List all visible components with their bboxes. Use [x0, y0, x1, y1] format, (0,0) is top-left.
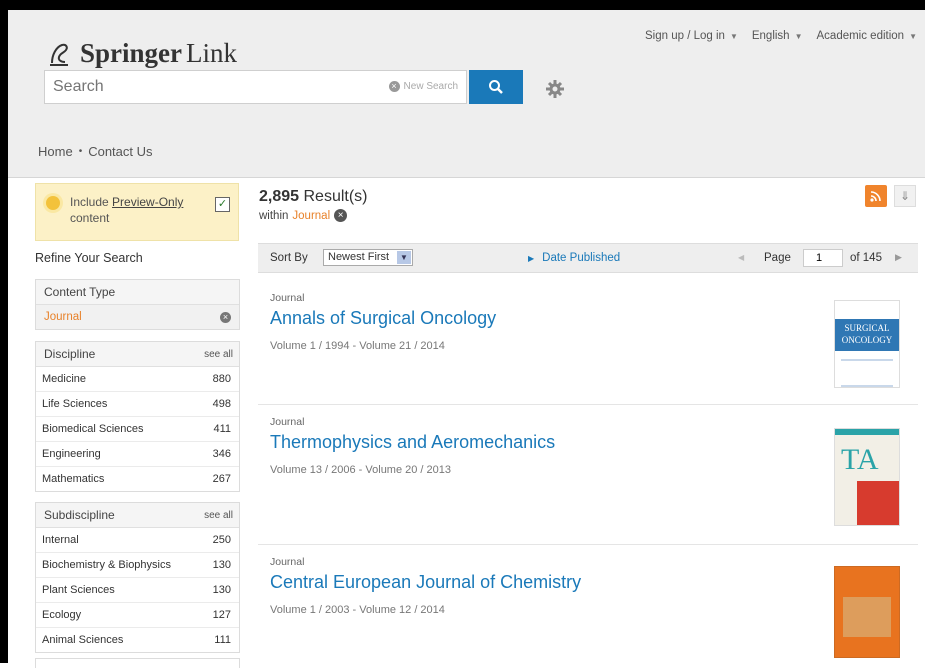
logo-word-springer: Springer: [80, 38, 183, 68]
login-link[interactable]: Sign up / Log in ▼: [645, 30, 738, 42]
window-frame-left: [0, 0, 8, 663]
springerlink-logo[interactable]: Springer Link: [48, 38, 237, 69]
subdiscipline-facet: Subdiscipline see all Internal 250 Bioche…: [35, 502, 240, 653]
preview-only-label: Include Preview-Only content: [70, 195, 184, 225]
content-type-selected[interactable]: Journal ×: [36, 305, 239, 329]
cover-lines: [841, 359, 893, 387]
remove-filter-icon[interactable]: ×: [220, 311, 231, 323]
results-filter-summary: within Journal ×: [259, 209, 348, 222]
clear-icon: ×: [388, 81, 400, 92]
breadcrumb-home[interactable]: Home: [38, 144, 73, 159]
search-box: × New Search: [44, 70, 467, 104]
dropdown-arrow-icon: ▼: [794, 31, 803, 41]
download-icon: ⇓: [899, 189, 911, 203]
date-published-filter[interactable]: ▶ Date Published: [528, 252, 620, 264]
facet-item[interactable]: Plant Sciences 130: [36, 578, 239, 603]
page-label: Page: [764, 252, 791, 264]
content-type-facet: Content Type Journal ×: [35, 279, 240, 330]
gear-icon[interactable]: [546, 80, 564, 103]
facet-item[interactable]: Life Sciences 498: [36, 392, 239, 417]
results-count: 2,895 Result(s): [259, 188, 368, 205]
info-dot-icon: [46, 196, 60, 210]
new-search-link[interactable]: × New Search: [388, 81, 458, 92]
sort-bar: Sort By Newest First ▼ ▶ Date Published …: [258, 243, 918, 273]
journal-cover-image[interactable]: TA: [834, 428, 900, 526]
facet-header: Discipline see all: [36, 342, 239, 367]
search-button[interactable]: [469, 70, 523, 104]
result-type: Journal: [270, 556, 305, 568]
previous-page-icon[interactable]: ◀: [738, 253, 744, 262]
preview-only-link[interactable]: Preview-Only: [112, 195, 183, 209]
result-item: Journal Thermophysics and Aeromechanics …: [258, 404, 918, 545]
springer-horse-icon: [50, 43, 68, 66]
subdiscipline-see-all-link[interactable]: see all: [204, 510, 233, 521]
preview-only-toggle[interactable]: Include Preview-Only content ✓: [35, 183, 239, 241]
cover-letters: TA: [841, 443, 879, 476]
facet-item[interactable]: Medicine 880: [36, 367, 239, 392]
sort-order-select[interactable]: Newest First ▼: [323, 249, 413, 266]
journal-cover-image[interactable]: [834, 566, 900, 658]
rss-icon: [870, 191, 881, 202]
result-title-link[interactable]: Thermophysics and Aeromechanics: [270, 432, 555, 453]
discipline-facet: Discipline see all Medicine 880 Life Scie…: [35, 341, 240, 492]
top-navigation: Sign up / Log in ▼ English ▼ Academic edit…: [645, 30, 917, 42]
dropdown-arrow-icon: ▼: [909, 31, 917, 41]
facet-header: Subdiscipline see all: [36, 503, 239, 528]
facet-header: Content Type: [36, 280, 239, 305]
facet-item[interactable]: Biochemistry & Biophysics 130: [36, 553, 239, 578]
facet-item[interactable]: Engineering 346: [36, 442, 239, 467]
edition-selector[interactable]: Academic edition ▼: [817, 30, 918, 42]
chevron-down-icon: ▼: [397, 251, 411, 264]
next-facet-partial: [35, 658, 240, 668]
preview-only-checkbox[interactable]: ✓: [215, 197, 230, 212]
discipline-see-all-link[interactable]: see all: [204, 349, 233, 360]
result-volumes: Volume 1 / 1994 - Volume 21 / 2014: [270, 340, 445, 352]
within-filter-value: Journal: [292, 209, 331, 222]
result-title-link[interactable]: Annals of Surgical Oncology: [270, 308, 496, 329]
breadcrumb: Home • Contact Us: [38, 144, 153, 159]
breadcrumb-separator: •: [78, 146, 83, 157]
dropdown-arrow-icon: ▼: [729, 31, 738, 41]
result-type: Journal: [270, 416, 305, 428]
result-title-link[interactable]: Central European Journal of Chemistry: [270, 572, 581, 593]
cover-band: SURGICAL ONCOLOGY: [835, 319, 899, 351]
result-volumes: Volume 1 / 2003 - Volume 12 / 2014: [270, 604, 445, 616]
page-number-input[interactable]: [803, 249, 843, 267]
search-icon: [489, 80, 503, 94]
result-item: Journal Annals of Surgical Oncology Volu…: [258, 280, 918, 405]
cover-top-bar: [835, 429, 899, 435]
search-input[interactable]: [45, 71, 355, 103]
logo-word-link: Link: [186, 38, 238, 68]
journal-cover-image[interactable]: SURGICAL ONCOLOGY: [834, 300, 900, 388]
result-item: Journal Central European Journal of Chem…: [258, 544, 918, 663]
cover-art: [843, 597, 891, 637]
cover-red-block: [857, 481, 899, 525]
breadcrumb-contact-us[interactable]: Contact Us: [88, 144, 152, 159]
result-type: Journal: [270, 292, 305, 304]
caret-right-icon: ▶: [528, 253, 535, 263]
language-selector[interactable]: English ▼: [752, 30, 803, 42]
total-pages: of 145: [850, 252, 882, 264]
sort-by-label: Sort By: [270, 252, 308, 264]
refine-search-title: Refine Your Search: [35, 251, 143, 265]
facet-item[interactable]: Mathematics 267: [36, 467, 239, 491]
rss-feed-button[interactable]: [865, 185, 887, 207]
download-results-button[interactable]: ⇓: [894, 185, 916, 207]
facet-item[interactable]: Ecology 127: [36, 603, 239, 628]
next-page-icon[interactable]: ▶: [895, 252, 902, 263]
facet-item[interactable]: Internal 250: [36, 528, 239, 553]
page-header: Springer Link Sign up / Log in ▼ English ▼…: [8, 10, 925, 178]
result-volumes: Volume 13 / 2006 - Volume 20 / 2013: [270, 464, 452, 476]
facet-item[interactable]: Biomedical Sciences 411: [36, 417, 239, 442]
remove-filter-icon[interactable]: ×: [334, 209, 348, 222]
window-frame-top: [0, 0, 925, 10]
facet-item[interactable]: Animal Sciences 111: [36, 628, 239, 652]
